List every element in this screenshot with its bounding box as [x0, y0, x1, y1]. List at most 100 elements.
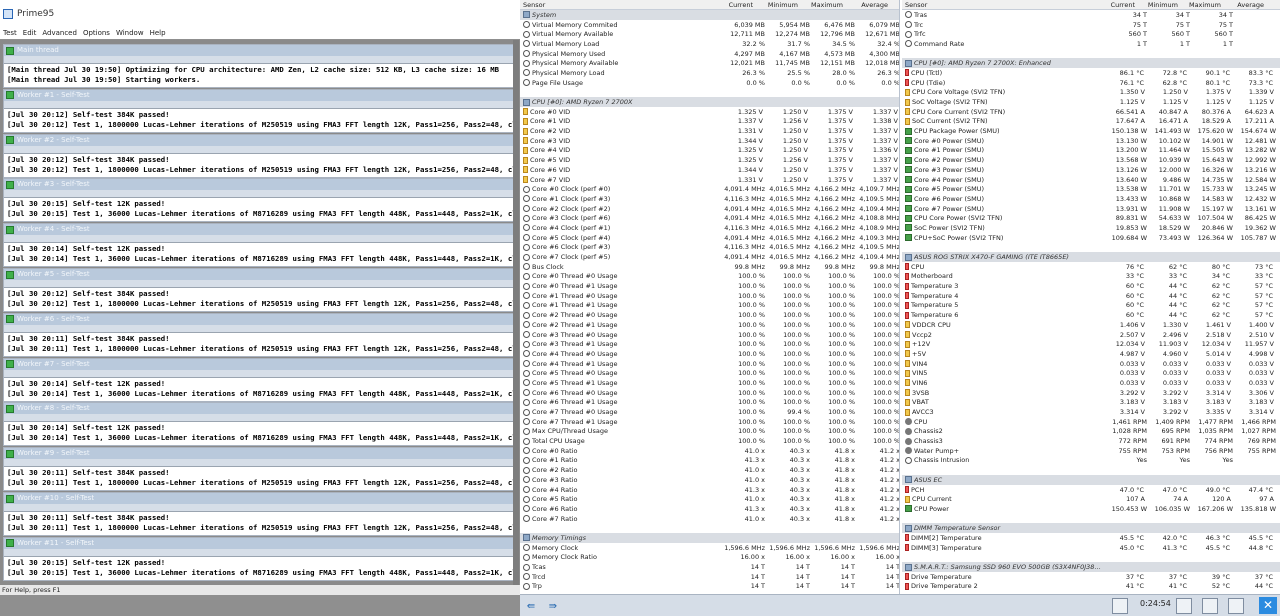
sensor-row[interactable]: Core #4 Ratio 41.3 x 40.3 x 41.8 x 41.2 x: [520, 485, 899, 495]
sensor-row[interactable]: Core #3 Ratio 41.0 x 40.3 x 41.8 x 41.2 x: [520, 475, 899, 485]
sensor-row[interactable]: Bus Clock 99.8 MHz 99.8 MHz 99.8 MHz 99.8 MH…: [520, 262, 899, 272]
sensor-row[interactable]: 3VSB 3.292 V 3.292 V 3.314 V 3.306 V: [902, 388, 1280, 398]
menu-item-advanced[interactable]: Advanced: [42, 28, 77, 39]
worker-9-window[interactable]: Worker #9 - Self-Test [Jul 30 20:11] Self…: [3, 447, 517, 492]
sensor-row[interactable]: Physical Memory Load 26.3 % 25.5 % 28.0 % 26…: [520, 68, 899, 78]
sensor-row[interactable]: CPU (Tctl) 86.1 °C 72.8 °C 90.1 °C 83.3 °C: [902, 68, 1280, 78]
sensor-row[interactable]: Core #4 Power (SMU) 13.640 W 9.486 W 14.735…: [902, 175, 1280, 185]
sensor-row[interactable]: Core #1 Thread #1 Usage 100.0 % 100.0 % 100…: [520, 301, 899, 311]
scroll-right-arrow-icon[interactable]: ⇛: [544, 599, 562, 613]
sensor-row[interactable]: +12V 12.034 V 11.903 V 12.034 V 11.957 V: [902, 339, 1280, 349]
sensor-row[interactable]: Core #0 Clock (perf #0) 4,091.4 MHz 4,016.…: [520, 184, 899, 194]
sensor-row[interactable]: VDDCR CPU 1.406 V 1.330 V 1.461 V 1.400 V: [902, 320, 1280, 330]
sensor-group-header[interactable]: ASUS EC: [902, 475, 1280, 485]
worker-8-window[interactable]: Worker #8 - Self-Test [Jul 30 20:14] Self…: [3, 402, 517, 447]
sensor-row[interactable]: Temperature 5 60 °C 44 °C 62 °C 57 °C: [902, 301, 1280, 311]
sensor-row[interactable]: VBAT 3.183 V 3.183 V 3.183 V 3.183 V: [902, 398, 1280, 408]
sensor-row[interactable]: CPU 1,461 RPM 1,409 RPM 1,477 RPM 1,466 RPM: [902, 417, 1280, 427]
worker-7-window[interactable]: Worker #7 - Self-Test [Jul 30 20:14] Self…: [3, 357, 517, 402]
sensor-row[interactable]: Drive Temperature 37 °C 37 °C 39 °C 37 °C: [902, 572, 1280, 582]
sensor-row[interactable]: Tcas 14 T 14 T 14 T 14 T: [520, 562, 899, 572]
sensor-row[interactable]: Core #7 Power (SMU) 13.931 W 11.908 W 15.19…: [902, 204, 1280, 214]
worker-10-window[interactable]: Worker #10 - Self-Test [Jul 30 20:11] Sel…: [3, 492, 517, 536]
sensor-row[interactable]: Core #1 Power (SMU) 13.200 W 11.464 W 15.50…: [902, 146, 1280, 156]
sensor-row[interactable]: Core #4 Thread #1 Usage 100.0 % 100.0 % 100…: [520, 359, 899, 369]
worker-4-title-bar[interactable]: Worker #4 - Self-Test: [4, 224, 516, 236]
sensor-row[interactable]: Physical Memory Used 4,297 MB 4,167 MB 4,57…: [520, 49, 899, 59]
sensor-row[interactable]: CPU+SoC Power (SVI2 TFN) 109.684 W 73.493 …: [902, 233, 1280, 243]
sensor-row[interactable]: Drive Temperature 2 41 °C 41 °C 52 °C 44 °C: [902, 582, 1280, 592]
sensor-row[interactable]: DIMM[3] Temperature 45.0 °C 41.3 °C 45.5 °C…: [902, 543, 1280, 553]
worker-1-window[interactable]: Worker #1 - Self-Test [Jul 30 20:12] Self…: [3, 88, 517, 133]
sensor-row[interactable]: Core #2 Thread #0 Usage 100.0 % 100.0 % 100…: [520, 310, 899, 320]
sensor-row[interactable]: Virtual Memory Load 32.2 % 31.7 % 34.5 % 32.…: [520, 39, 899, 49]
sensor-row[interactable]: Core #4 Thread #0 Usage 100.0 % 100.0 % 100…: [520, 349, 899, 359]
sensor-group-header[interactable]: CPU [#0]: AMD Ryzen 7 2700X: [520, 97, 899, 107]
worker-10-title-bar[interactable]: Worker #10 - Self-Test: [4, 493, 516, 504]
sensor-row[interactable]: Core #5 Thread #0 Usage 100.0 % 100.0 % 100…: [520, 368, 899, 378]
sensor-row[interactable]: CPU Core Voltage (SVI2 TFN) 1.350 V 1.250 …: [902, 88, 1280, 98]
scroll-left-arrow-icon[interactable]: ⇚: [523, 599, 539, 613]
sensor-row[interactable]: Total CPU Usage 100.0 % 100.0 % 100.0 % 100.…: [520, 436, 899, 446]
sensor-row[interactable]: Core #2 Thread #1 Usage 100.0 % 100.0 % 100…: [520, 320, 899, 330]
sensor-row[interactable]: Virtual Memory Available 12,711 MB 12,274 …: [520, 29, 899, 39]
sensor-row[interactable]: Command Rate 1 T 1 T 1 T: [902, 39, 1280, 49]
worker-2-title-bar[interactable]: Worker #2 - Self-Test: [4, 134, 516, 146]
sensor-row[interactable]: CPU Current 107 A 74 A 120 A 97 A: [902, 494, 1280, 504]
sensor-row[interactable]: AVCC3 3.314 V 3.292 V 3.335 V 3.314 V: [902, 407, 1280, 417]
sensor-group-header[interactable]: CPU [#0]: AMD Ryzen 7 2700X: Enhanced: [902, 58, 1280, 69]
sensor-row[interactable]: Core #3 Thread #1 Usage 100.0 % 100.0 % 100…: [520, 339, 899, 349]
sensor-row[interactable]: Temperature 6 60 °C 44 °C 62 °C 57 °C: [902, 310, 1280, 320]
sensor-row[interactable]: Core #3 VID 1.344 V 1.250 V 1.375 V 1.337 V: [520, 136, 899, 146]
sensor-row[interactable]: Physical Memory Available 12,021 MB 11,745…: [520, 58, 899, 68]
sensor-column-right[interactable]: Sensor Current Minimum Maximum Average Tras 34…: [902, 0, 1280, 594]
worker-1-title-bar[interactable]: Worker #1 - Self-Test: [4, 89, 516, 101]
sensor-row[interactable]: Chassis Intrusion Yes Yes Yes: [902, 456, 1280, 466]
header-average[interactable]: Average: [843, 1, 888, 9]
settings-icon[interactable]: [1228, 598, 1244, 614]
header-minimum[interactable]: Minimum: [1135, 1, 1178, 9]
worker-3-window[interactable]: Worker #3 - Self-Test [Jul 30 20:15] Self…: [3, 178, 517, 223]
sensor-row[interactable]: VIN6 0.033 V 0.033 V 0.033 V 0.033 V: [902, 378, 1280, 388]
sensor-group-header[interactable]: System: [520, 10, 899, 20]
sensor-row[interactable]: Chassis3 772 RPM 691 RPM 774 RPM 769 RPM: [902, 436, 1280, 446]
sensor-group-header[interactable]: Memory Timings: [520, 533, 899, 543]
sensor-row[interactable]: CPU Core Current (SVI2 TFN) 66.541 A 40.84…: [902, 107, 1280, 117]
worker-5-title-bar[interactable]: Worker #5 - Self-Test: [4, 269, 516, 280]
sensor-row[interactable]: VIN4 0.033 V 0.033 V 0.033 V 0.033 V: [902, 359, 1280, 369]
header-minimum[interactable]: Minimum: [753, 1, 798, 9]
sensor-row[interactable]: Motherboard 33 °C 33 °C 34 °C 33 °C: [902, 272, 1280, 282]
prime95-scrollbar[interactable]: [513, 40, 519, 585]
sensor-row[interactable]: Trp 14 T 14 T 14 T 14 T: [520, 582, 899, 592]
sensor-row[interactable]: CPU (Tdie) 76.1 °C 62.8 °C 80.1 °C 73.3 °C: [902, 78, 1280, 88]
worker-5-window[interactable]: Worker #5 - Self-Test [Jul 30 20:12] Self…: [3, 268, 517, 312]
main-thread-title-bar[interactable]: Main thread: [4, 45, 516, 56]
sensor-row[interactable]: Core #4 Clock (perf #1) 4,116.3 MHz 4,016.…: [520, 223, 899, 233]
sensor-row[interactable]: Core #3 Thread #0 Usage 100.0 % 100.0 % 100…: [520, 330, 899, 340]
sensor-row[interactable]: Core #6 Clock (perf #3) 4,116.3 MHz 4,016.…: [520, 243, 899, 253]
worker-6-window[interactable]: Worker #6 - Self-Test [Jul 30 20:11] Self…: [3, 312, 517, 357]
header-current[interactable]: Current: [1092, 1, 1135, 9]
sensor-row[interactable]: Core #5 VID 1.325 V 1.256 V 1.375 V 1.337 V: [520, 155, 899, 165]
sensor-row[interactable]: Temperature 3 60 °C 44 °C 62 °C 57 °C: [902, 281, 1280, 291]
sensor-row[interactable]: Core #7 VID 1.331 V 1.250 V 1.375 V 1.337 V: [520, 175, 899, 185]
close-icon[interactable]: ✕: [1259, 597, 1277, 614]
header-maximum[interactable]: Maximum: [798, 1, 843, 9]
sensor-row[interactable]: Tras 34 T 34 T 34 T: [902, 10, 1280, 20]
sensor-row[interactable]: Virtual Memory Commited 6,039 MB 5,954 MB 6…: [520, 20, 899, 30]
sensor-row[interactable]: Temperature 4 60 °C 44 °C 62 °C 57 °C: [902, 291, 1280, 301]
sensor-group-header[interactable]: ASUS ROG STRIX X470-F GAMING (ITE IT8665…: [902, 252, 1280, 262]
sensor-row[interactable]: CPU Core Power (SVI2 TFN) 89.831 W 54.633 …: [902, 213, 1280, 223]
network-icon[interactable]: [1112, 598, 1128, 614]
menu-item-edit[interactable]: Edit: [23, 28, 37, 39]
menu-item-test[interactable]: Test: [3, 28, 17, 39]
sensor-row[interactable]: Core #7 Ratio 41.0 x 40.3 x 41.8 x 41.2 x: [520, 514, 899, 524]
sensor-row[interactable]: Core #4 VID 1.325 V 1.250 V 1.375 V 1.336 V: [520, 146, 899, 156]
worker-8-title-bar[interactable]: Worker #8 - Self-Test: [4, 403, 516, 415]
sensor-row[interactable]: Vccp2 2.507 V 2.496 V 2.518 V 2.510 V: [902, 330, 1280, 340]
worker-2-window[interactable]: Worker #2 - Self-Test [Jul 30 20:12] Self…: [3, 133, 517, 178]
sensor-row[interactable]: CPU Power 150.453 W 106.035 W 167.206 W 135.…: [902, 504, 1280, 514]
sensor-row[interactable]: PCH 47.0 °C 47.0 °C 49.0 °C 47.4 °C: [902, 485, 1280, 495]
sensor-row[interactable]: Core #6 Power (SMU) 13.433 W 10.868 W 14.58…: [902, 194, 1280, 204]
sensor-row[interactable]: Core #2 Power (SMU) 13.568 W 10.939 W 15.64…: [902, 155, 1280, 165]
